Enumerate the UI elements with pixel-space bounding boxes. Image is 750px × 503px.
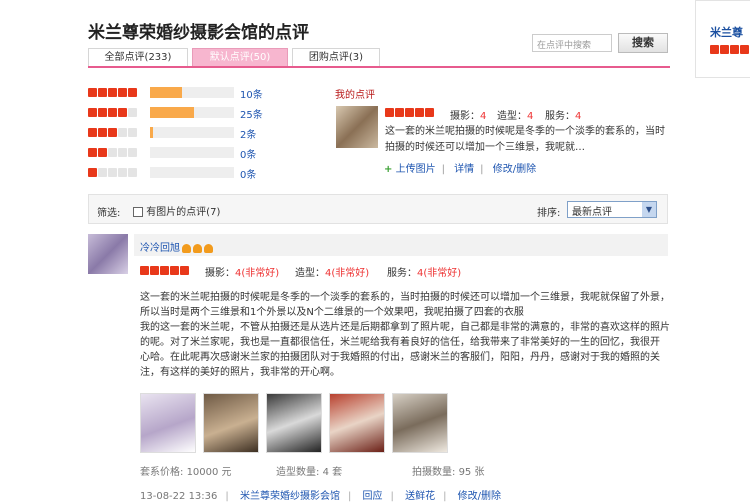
rating-row-2-stars-icon[interactable] [88,148,138,157]
chevron-down-icon[interactable]: ▼ [642,202,656,217]
my-review-photo[interactable] [336,106,378,148]
rating-row-bar [150,147,234,158]
search-input[interactable]: 在点评中搜索 [532,34,612,52]
rating-row-count[interactable]: 2条 [240,126,256,141]
rating-row-count[interactable]: 25条 [240,106,263,121]
package-price: 套系价格: 10000 元 [140,467,232,478]
avatar[interactable] [88,234,128,274]
look-count: 造型数量: 4 套 [276,467,343,478]
rating-row-count[interactable]: 10条 [240,86,263,101]
crown-icon [193,243,202,253]
my-review-label: 我的点评 [335,90,375,101]
review-user[interactable]: 冷冷回旭 [140,239,213,254]
my-review-stars-icon [385,108,435,120]
edit-delete-link[interactable]: 修改/删除 [493,164,536,175]
side-panel-stars-icon [710,45,750,54]
review-dim-service: 服务：4(非常好) [387,268,462,279]
tab-group-reviews[interactable]: 团购点评(3) [292,48,380,67]
upload-photo-link[interactable]: 上传图片 [396,164,436,175]
page-title: 米兰尊荣婚纱摄影会馆的点评 [88,23,309,43]
crown-icon [204,243,213,253]
my-review-dim-service: 服务：4 [545,111,582,122]
my-review-dim-photo: 摄影：4 [450,111,487,122]
search-button[interactable]: 搜索 [618,33,668,53]
review-photo-5[interactable] [392,393,448,453]
review-dim-photo: 摄影：4(非常好) [205,268,280,279]
plus-icon: + [384,164,393,175]
rating-row-bar [150,87,234,98]
rating-row-count[interactable]: 0条 [240,146,256,161]
rating-row-5-stars-icon[interactable] [88,88,138,97]
review-photo-1[interactable] [140,393,196,453]
review-time: 13-08-22 13:36 [140,491,218,502]
tab-underline [88,66,670,68]
rating-row-4-stars-icon[interactable] [88,108,138,117]
rating-row-count[interactable]: 0条 [240,166,256,181]
my-review-links: + 上传图片 | 详情 | 修改/删除 [384,164,537,175]
review-stars-icon [140,266,190,278]
crown-icon [182,243,191,253]
rating-row-1-stars-icon[interactable] [88,168,138,177]
review-photo-3[interactable] [266,393,322,453]
tab-default-reviews[interactable]: 默认点评(50) [192,48,288,67]
review-dim-style: 造型：4(非常好) [295,268,370,279]
my-review-dim-style: 造型：4 [497,111,534,122]
checkbox-icon[interactable] [133,207,143,217]
rating-row-3-stars-icon[interactable] [88,128,138,137]
shop-link[interactable]: 米兰尊荣婚纱摄影会馆 [240,491,340,502]
side-panel-title[interactable]: 米兰尊 [710,24,743,40]
review-photo-4[interactable] [329,393,385,453]
review-edit-link[interactable]: 修改/删除 [458,491,501,502]
filter-label: 筛选: [97,208,121,219]
review-user-bar [134,234,668,256]
detail-link[interactable]: 详情 [454,164,474,175]
photo-count: 拍摄数量: 95 张 [412,467,485,478]
my-review-text: 这一套的米兰呢拍摄的时候呢是冬季的一个淡季的套系的，当时拍摄的时候还可以增加一个… [385,126,665,153]
with-photo-filter[interactable]: 有图片的点评(7) [133,203,220,218]
sort-label: 排序: [537,208,561,219]
review-text: 这一套的米兰呢拍摄的时候呢是冬季的一个淡季的套系的，当时拍摄的时候还可以增加一个… [140,292,670,378]
rating-row-bar [150,167,234,178]
review-photo-2[interactable] [203,393,259,453]
reply-link[interactable]: 回应 [363,491,383,502]
with-photo-label: 有图片的点评(7) [146,207,221,218]
review-footer: 13-08-22 13:36 | 米兰尊荣婚纱摄影会馆 | 回应 | 送鲜花 | 修改/… [140,491,502,502]
send-flower-link[interactable]: 送鲜花 [405,491,435,502]
rating-row-bar [150,107,234,118]
rating-row-bar [150,127,234,138]
tab-all-reviews[interactable]: 全部点评(233) [88,48,188,67]
